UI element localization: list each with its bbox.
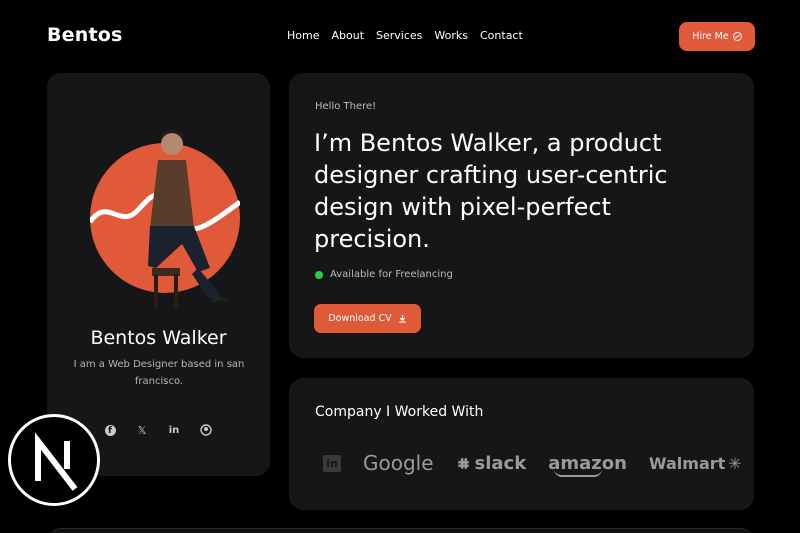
hire-me-button[interactable]: Hire Me bbox=[679, 22, 755, 51]
download-cv-button[interactable]: Download CV bbox=[314, 304, 421, 333]
intro-card: Hello There! I’m Bentos Walker, a produc… bbox=[289, 73, 754, 358]
availability-text: Available for Freelancing bbox=[330, 269, 453, 280]
download-cv-label: Download CV bbox=[328, 313, 392, 324]
amazon-logo: amazon bbox=[548, 452, 627, 477]
profile-name: Bentos Walker bbox=[90, 327, 227, 349]
profile-card: Bentos Walker I am a Web Designer based … bbox=[47, 73, 270, 476]
greeting-text: Hello There! bbox=[315, 101, 377, 112]
nav-services[interactable]: Services bbox=[376, 29, 422, 42]
brand-logo[interactable]: Bentos bbox=[47, 24, 123, 46]
nav-works[interactable]: Works bbox=[434, 29, 468, 42]
nav-home[interactable]: Home bbox=[287, 29, 319, 42]
download-icon bbox=[399, 314, 406, 323]
top-nav: Bentos Home About Services Works Contact… bbox=[0, 0, 800, 72]
dribbble-icon bbox=[732, 32, 742, 41]
availability-status: Available for Freelancing bbox=[315, 269, 453, 280]
github-icon[interactable] bbox=[199, 423, 213, 437]
companies-title: Company I Worked With bbox=[315, 404, 484, 420]
x-icon[interactable]: 𝕏 bbox=[135, 423, 149, 437]
walmart-logo: Walmart ✳ bbox=[649, 454, 742, 473]
nextjs-logo-icon bbox=[35, 432, 78, 491]
slack-logo: slack bbox=[456, 452, 527, 474]
slack-wordmark: slack bbox=[474, 452, 527, 474]
walmart-spark-icon: ✳ bbox=[728, 453, 742, 473]
google-logo: Google bbox=[363, 451, 434, 475]
hero-headline: I’m Bentos Walker, a product designer cr… bbox=[314, 129, 668, 253]
linkedin-logo: in bbox=[323, 454, 341, 472]
company-logos: in Google slack amazon Walmart ✳ bbox=[323, 451, 742, 477]
social-links: f 𝕏 in bbox=[103, 423, 213, 437]
hire-me-label: Hire Me bbox=[692, 31, 729, 42]
nextjs-badge-icon bbox=[8, 414, 100, 506]
walmart-wordmark: Walmart bbox=[648, 453, 726, 473]
facebook-icon[interactable]: f bbox=[103, 423, 117, 437]
profile-photo bbox=[90, 130, 240, 308]
nav-contact[interactable]: Contact bbox=[480, 29, 523, 42]
linkedin-icon[interactable]: in bbox=[167, 423, 181, 437]
status-dot-icon bbox=[315, 270, 323, 279]
profile-bio: I am a Web Designer based in san francis… bbox=[73, 359, 245, 387]
companies-card: Company I Worked With in Google slack am… bbox=[289, 378, 754, 510]
nav-menu: Home About Services Works Contact bbox=[287, 29, 523, 42]
nav-about[interactable]: About bbox=[331, 29, 364, 42]
slack-icon bbox=[457, 457, 469, 469]
next-section-edge bbox=[47, 528, 754, 533]
